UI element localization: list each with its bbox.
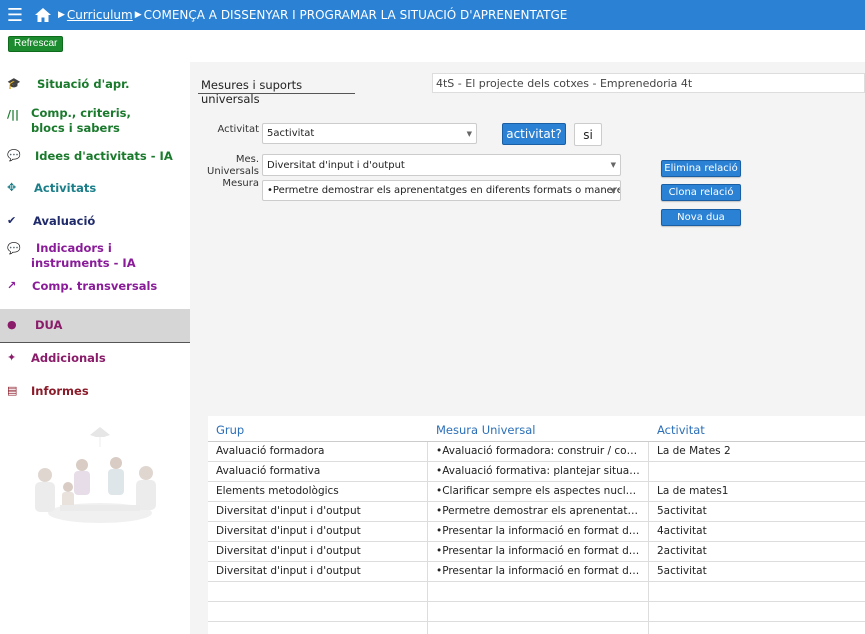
breadcrumb-separator-icon: ▶	[58, 10, 65, 20]
table-row[interactable]: Avaluació formadora •Avaluació formadora:…	[208, 442, 865, 462]
column-header-grup[interactable]: Grup	[208, 416, 428, 441]
breadcrumb-separator-icon: ▶	[134, 10, 142, 20]
tab-mesures-suports[interactable]: Mesures i suports universals	[198, 76, 355, 106]
relations-table: Grup Mesura Universal Activitat Avaluaci…	[208, 416, 865, 634]
table-row[interactable]: Avaluació formativa •Avaluació formativa:…	[208, 462, 865, 482]
graduation-cap-icon: 🎓	[7, 77, 21, 90]
sidebar: 🎓 Situació d'apr. /|| Comp., criteris, b…	[0, 66, 193, 409]
activitat-select[interactable]: 5activitat ▼	[262, 123, 477, 144]
mes-universals-label: Mes. Universals Mesura	[207, 154, 259, 189]
sidebar-item-situacio[interactable]: 🎓 Situació d'apr.	[0, 66, 193, 102]
books-icon: /||	[7, 108, 20, 121]
table-row[interactable]: Diversitat d'input i d'output •Presentar …	[208, 562, 865, 582]
table-row[interactable]: Elements metodològics •Clarificar sempre …	[208, 482, 865, 502]
menu-icon[interactable]: ☰	[0, 0, 30, 30]
breadcrumb-current: COMENÇA A DISSENYAR I PROGRAMAR LA SITUA…	[143, 8, 568, 22]
sidebar-item-dua[interactable]: ● DUA	[0, 309, 193, 343]
home-icon[interactable]	[30, 0, 56, 30]
table-header: Grup Mesura Universal Activitat	[208, 416, 865, 442]
sidebar-item-informes[interactable]: ▤ Informes	[0, 376, 193, 409]
sidebar-item-transversals[interactable]: ↗ Comp. transversals	[0, 277, 193, 309]
chat-bubble-icon: 💬	[7, 149, 21, 162]
sidebar-item-addicionals[interactable]: ✦ Addicionals	[0, 343, 193, 376]
clona-relacio-button[interactable]: Clona relació	[661, 184, 741, 201]
breadcrumb-curriculum-link[interactable]: Curriculum	[67, 8, 133, 22]
person-icon: ✦	[7, 351, 17, 364]
move-arrows-icon: ✥	[7, 181, 17, 194]
mes-universals-select[interactable]: Diversitat d'input i d'output ▼	[262, 154, 621, 176]
mesura-value: •Permetre demostrar els aprenentatges en…	[267, 185, 621, 196]
table-row[interactable]: Diversitat d'input i d'output •Presentar …	[208, 522, 865, 542]
elimina-relacio-button[interactable]: Elimina relació	[661, 160, 741, 177]
caret-down-icon: ▼	[610, 161, 616, 169]
brain-icon: ●	[7, 318, 17, 331]
nova-dua-button[interactable]: Nova dua	[661, 209, 741, 226]
document-icon: ▤	[7, 384, 18, 397]
sidebar-item-activitats[interactable]: ✥ Activitats	[0, 178, 193, 211]
top-bar: ☰ ▶ Curriculum ▶ COMENÇA A DISSENYAR I P…	[0, 0, 865, 30]
project-title: 4tS - El projecte dels cotxes - Emprened…	[432, 73, 865, 93]
column-header-activitat[interactable]: Activitat	[649, 416, 865, 441]
si-button[interactable]: si	[574, 123, 602, 146]
activitat-select-value: 5activitat	[267, 128, 315, 139]
table-row	[208, 622, 865, 634]
sidebar-item-idees-ia[interactable]: 💬 Idees d'activitats - IA	[0, 148, 193, 178]
mesura-select[interactable]: •Permetre demostrar els aprenentatges en…	[262, 180, 621, 201]
check-double-icon: ✔	[7, 214, 17, 227]
table-row	[208, 602, 865, 622]
table-row[interactable]: Diversitat d'input i d'output •Presentar …	[208, 542, 865, 562]
external-link-icon: ↗	[7, 279, 17, 292]
refresh-button[interactable]: Refrescar	[8, 36, 64, 52]
mes-universals-value: Diversitat d'input i d'output	[267, 159, 405, 171]
table-row	[208, 582, 865, 602]
activitat-button[interactable]: activitat?	[502, 123, 566, 145]
sidebar-item-indicadors[interactable]: 💬 Indicadors i instruments - IA	[0, 239, 193, 277]
caret-down-icon: ▼	[610, 186, 616, 195]
table-row[interactable]: Diversitat d'input i d'output •Permetre d…	[208, 502, 865, 522]
chat-bubble-icon: 💬	[7, 242, 21, 255]
classroom-illustration	[35, 427, 156, 523]
sidebar-item-competencies[interactable]: /|| Comp., criteris, blocs i sabers	[0, 102, 193, 148]
caret-down-icon: ▼	[466, 129, 472, 138]
sidebar-item-avaluacio[interactable]: ✔ Avaluació	[0, 211, 193, 239]
column-header-mesura[interactable]: Mesura Universal	[428, 416, 649, 441]
activitat-label: Activitat	[217, 124, 259, 135]
